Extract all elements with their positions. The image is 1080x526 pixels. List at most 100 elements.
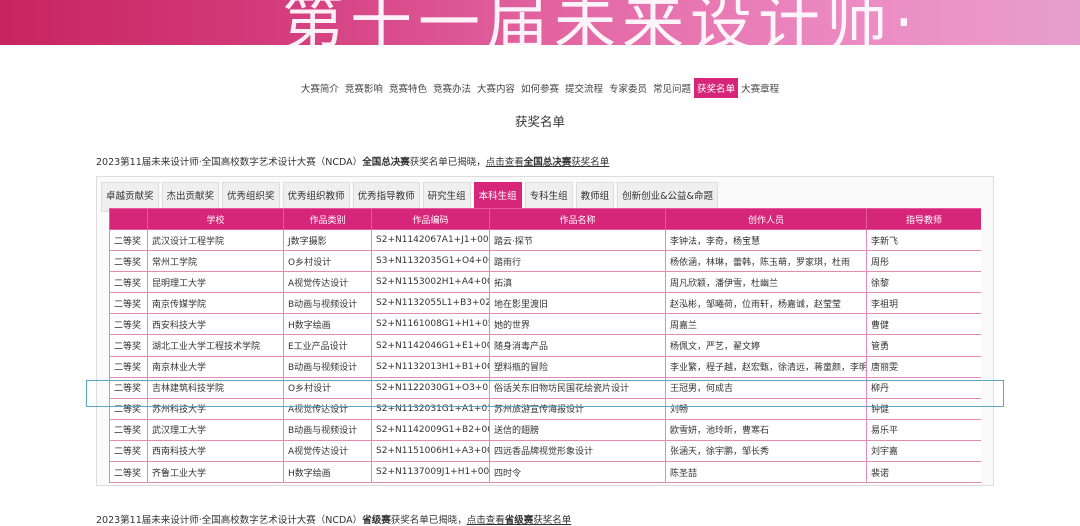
table-cell: 杨佩文，严艺，翟文婷	[665, 334, 867, 357]
nav-item[interactable]: 大赛内容	[474, 78, 518, 98]
table-cell: 苏州科技大学	[147, 397, 284, 420]
column-header: 创作人员	[665, 208, 867, 230]
page-title: 获奖名单	[514, 114, 565, 129]
notice-middle: 获奖名单已揭晓，	[409, 157, 486, 168]
table-cell: S3+N1132035G1+O4+001	[371, 250, 490, 273]
table-cell: 刘宇嘉	[866, 439, 981, 463]
nav-item[interactable]: 专家委员	[606, 78, 650, 98]
table-cell: S2+N1153002H1+A4+005	[371, 271, 490, 294]
province-results-link[interactable]: 点击查看省级赛获奖名单	[467, 515, 572, 526]
nav-item[interactable]: 常见问题	[650, 78, 694, 98]
table-cell: S2+N1122030G1+O3+011	[371, 376, 490, 399]
nav-item[interactable]: 如何参赛	[518, 78, 562, 98]
award-table: 学校 作品类别 作品编码 作品名称 创作人员 指导教师 二等奖 武汉设计工程学院 J数字摄影 S…	[109, 208, 981, 484]
table-cell: 二等奖	[109, 461, 148, 484]
nav-item[interactable]: 获奖名单	[694, 78, 739, 98]
table-cell: 周彤	[866, 250, 981, 273]
table-cell: 地在影里渡旧	[489, 292, 666, 315]
table-cell: 昆明理工大学	[147, 271, 284, 294]
table-row: 二等奖 武汉理工大学 B动画与视频设计 S2+N1142009G1+B2+002 送信的…	[109, 418, 981, 441]
table-cell: 二等奖	[109, 250, 148, 273]
table-cell: 四远香品牌视觉形象设计	[489, 439, 666, 463]
nav-item[interactable]: 竞赛办法	[430, 78, 474, 98]
table-cell: J数字摄影	[283, 228, 372, 252]
link-prefix: 点击查看	[485, 157, 524, 168]
column-header: 作品名称	[489, 208, 666, 230]
table-cell: 陈圣喆	[665, 461, 867, 484]
notice-middle: 获奖名单已揭晓，	[390, 515, 467, 526]
table-cell: 二等奖	[109, 313, 148, 336]
table-row: 二等奖 昆明理工大学 A视觉传达设计 S2+N1153002H1+A4+005 拓滇 周凡…	[109, 271, 981, 294]
notice-prefix: 2023第11届未来设计师·全国高校数字艺术设计大赛（NCDA）	[96, 515, 363, 526]
table-cell: 二等奖	[109, 334, 148, 357]
table-cell: 武汉设计工程学院	[147, 228, 284, 252]
table-row: 二等奖 常州工学院 O乡村设计 S3+N1132035G1+O4+001 踏雨行 杨依涵，…	[109, 250, 981, 273]
table-cell: 易乐平	[866, 418, 981, 441]
nav-item[interactable]: 大赛简介	[298, 78, 342, 98]
table-cell: 张涵天，徐宇鹏，邹长秀	[665, 439, 867, 463]
table-row: 二等奖 西南科技大学 A视觉传达设计 S2+N1151006H1+A3+001 四远香品…	[109, 439, 981, 463]
nav-item[interactable]: 竞赛影响	[342, 78, 386, 98]
table-cell: 管勇	[866, 334, 981, 357]
table-cell: O乡村设计	[283, 250, 372, 273]
notice-bold: 省级赛	[362, 515, 391, 526]
table-cell: 随身消毒产品	[489, 334, 666, 357]
table-cell: 赵泓彬，邹曦荷，位雨轩，杨嘉诚，赵莹莹	[665, 292, 867, 315]
table-cell: 柳丹	[866, 376, 981, 399]
table-cell: E工业产品设计	[283, 334, 372, 357]
table-cell: 二等奖	[109, 355, 148, 378]
column-header: 作品类别	[283, 208, 372, 230]
table-header-row: 学校 作品类别 作品编码 作品名称 创作人员 指导教师	[109, 208, 981, 230]
table-cell: 徐黎	[866, 271, 981, 294]
province-award-notice: 2023第11届未来设计师·全国高校数字艺术设计大赛（NCDA）省级赛获奖名单已…	[96, 512, 571, 526]
table-cell: B动画与视频设计	[283, 355, 372, 378]
table-cell: 李新飞	[866, 228, 981, 252]
table-cell: 苏州旅游宣传海报设计	[489, 397, 666, 420]
table-cell: 塑料瓶的冒险	[489, 355, 666, 378]
nav-item[interactable]: 大赛章程	[738, 78, 782, 98]
table-cell: 李祖玥	[866, 292, 981, 315]
nav-item[interactable]: 竞赛特色	[386, 78, 430, 98]
link-bold: 全国总决赛	[523, 157, 572, 168]
table-cell: 唐丽雯	[866, 355, 981, 378]
nav-items: 大赛简介 竞赛影响 竞赛特色 竞赛办法 大赛内容 如何参赛 提交流程 专家委员 常见问题 获奖名单…	[298, 78, 782, 98]
table-cell: 湖北工业大学工程技术学院	[147, 334, 284, 357]
link-suffix: 获奖名单	[533, 515, 572, 526]
table-row: 二等奖 武汉设计工程学院 J数字摄影 S2+N1142067A1+J1+004 踏云·探…	[109, 228, 981, 252]
column-header: 作品编码	[371, 208, 490, 230]
table-cell: 西安科技大学	[147, 313, 284, 336]
award-table-scroll-area[interactable]: 学校 作品类别 作品编码 作品名称 创作人员 指导教师 二等奖 武汉设计工程学院 J数字摄影 S…	[109, 208, 981, 484]
notice-prefix: 2023第11届未来设计师·全国高校数字艺术设计大赛（NCDA）	[96, 157, 363, 168]
nav-item[interactable]: 提交流程	[562, 78, 606, 98]
table-cell: 二等奖	[109, 418, 148, 441]
table-cell: 南京林业大学	[147, 355, 284, 378]
final-award-notice: 2023第11届未来设计师·全国高校数字艺术设计大赛（NCDA） 全国总决赛 获奖名…	[96, 154, 609, 168]
final-results-link[interactable]: 点击查看全国总决赛获奖名单	[486, 157, 610, 168]
table-cell: 欧雪妍，池玲昕，曹寒石	[665, 418, 867, 441]
banner-title: 第十一届未来设计师·	[282, 0, 920, 45]
table-cell: 四时令	[489, 461, 666, 484]
table-cell: 周凡欣颖，潘伊雪，杜幽兰	[665, 271, 867, 294]
table-cell: 杨依涵，林琳，蕾韩，陈玉萌，罗家琪，杜雨	[665, 250, 867, 273]
table-row: 二等奖 南京传媒学院 B动画与视频设计 S2+N1132055L1+B3+021 地在影…	[109, 292, 981, 315]
table-cell: 踏云·探节	[489, 228, 666, 252]
table-cell: B动画与视频设计	[283, 418, 372, 441]
table-cell: B动画与视频设计	[283, 292, 372, 315]
table-cell: S2+N1132055L1+B3+021	[371, 292, 490, 315]
table-cell: 齐鲁工业大学	[147, 461, 284, 484]
column-header	[109, 208, 148, 230]
link-prefix: 点击查看	[466, 515, 505, 526]
table-cell: S2+N1132031G1+A1+012	[371, 397, 490, 420]
table-row: 二等奖 湖北工业大学工程技术学院 E工业产品设计 S2+N1142046G1+E1+0…	[109, 334, 981, 357]
column-header: 学校	[147, 208, 284, 230]
table-cell: 她的世界	[489, 313, 666, 336]
table-cell: S2+N1137009J1+H1+001	[371, 461, 490, 484]
table-cell: 拓滇	[489, 271, 666, 294]
table-cell: 曹健	[866, 313, 981, 336]
table-cell: A视觉传达设计	[283, 397, 372, 420]
table-cell: 二等奖	[109, 397, 148, 420]
table-row: 二等奖 吉林建筑科技学院 O乡村设计 S2+N1122030G1+O3+011 俗话关东…	[109, 376, 981, 399]
table-cell: 李钟法，李奇，杨宝慧	[665, 228, 867, 252]
top-banner: 第十一届未来设计师·	[0, 0, 1080, 45]
top-navigation: 大赛简介 竞赛影响 竞赛特色 竞赛办法 大赛内容 如何参赛 提交流程 专家委员 常见问题 获奖名单…	[0, 78, 1080, 98]
